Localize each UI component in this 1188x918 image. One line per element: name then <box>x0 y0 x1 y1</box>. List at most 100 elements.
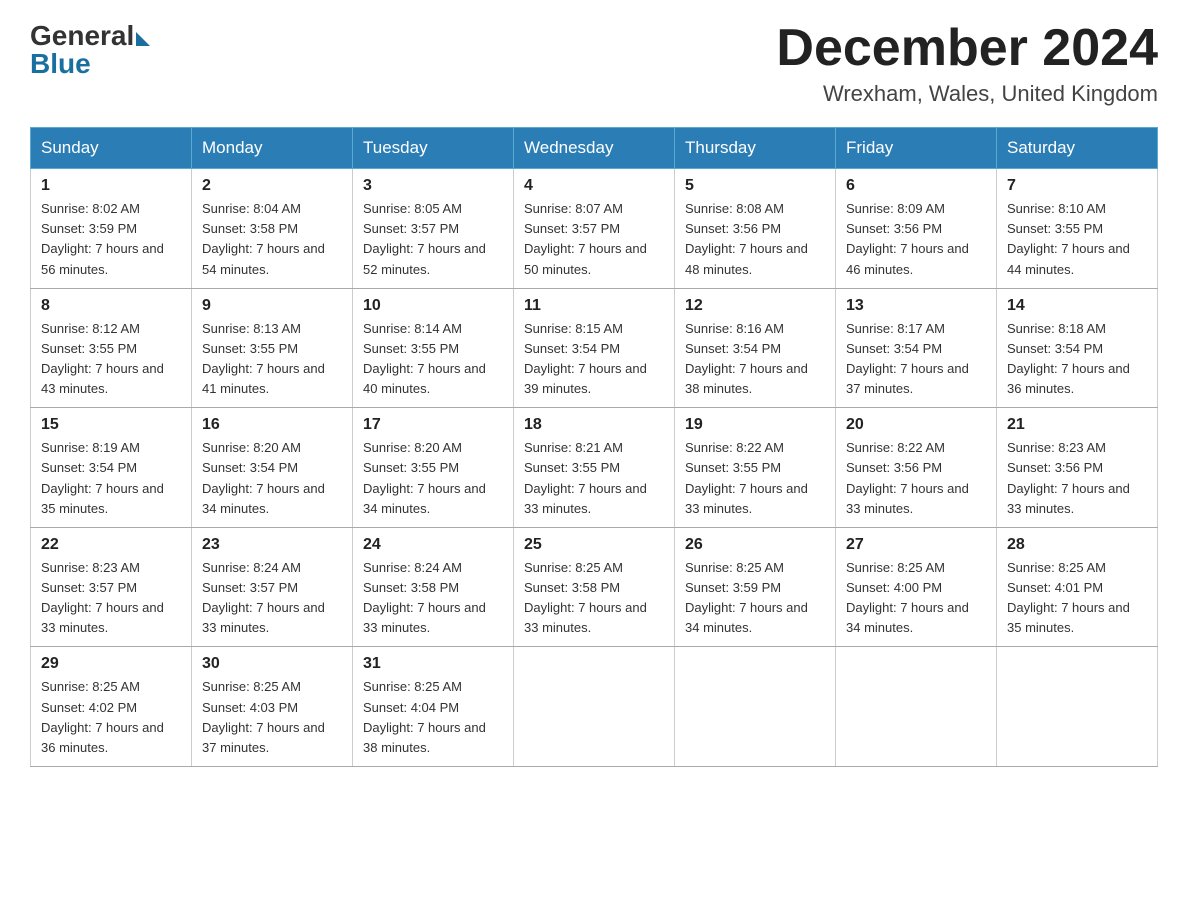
day-info: Sunrise: 8:24 AMSunset: 3:57 PMDaylight:… <box>202 558 342 639</box>
day-number: 25 <box>524 536 664 554</box>
day-number: 1 <box>41 177 181 195</box>
day-info: Sunrise: 8:25 AMSunset: 3:58 PMDaylight:… <box>524 558 664 639</box>
day-number: 27 <box>846 536 986 554</box>
day-number: 15 <box>41 416 181 434</box>
day-info: Sunrise: 8:04 AMSunset: 3:58 PMDaylight:… <box>202 199 342 280</box>
calendar-header: SundayMondayTuesdayWednesdayThursdayFrid… <box>31 128 1158 169</box>
calendar-cell: 26 Sunrise: 8:25 AMSunset: 3:59 PMDaylig… <box>675 527 836 647</box>
day-number: 12 <box>685 297 825 315</box>
day-info: Sunrise: 8:23 AMSunset: 3:57 PMDaylight:… <box>41 558 181 639</box>
logo: General Blue <box>30 20 150 80</box>
calendar-cell: 23 Sunrise: 8:24 AMSunset: 3:57 PMDaylig… <box>192 527 353 647</box>
calendar-cell: 25 Sunrise: 8:25 AMSunset: 3:58 PMDaylig… <box>514 527 675 647</box>
calendar-cell: 22 Sunrise: 8:23 AMSunset: 3:57 PMDaylig… <box>31 527 192 647</box>
day-number: 28 <box>1007 536 1147 554</box>
day-info: Sunrise: 8:25 AMSunset: 3:59 PMDaylight:… <box>685 558 825 639</box>
day-number: 10 <box>363 297 503 315</box>
day-of-week-sunday: Sunday <box>31 128 192 169</box>
day-info: Sunrise: 8:18 AMSunset: 3:54 PMDaylight:… <box>1007 319 1147 400</box>
calendar-cell: 10 Sunrise: 8:14 AMSunset: 3:55 PMDaylig… <box>353 288 514 408</box>
calendar-cell: 5 Sunrise: 8:08 AMSunset: 3:56 PMDayligh… <box>675 169 836 289</box>
day-info: Sunrise: 8:22 AMSunset: 3:55 PMDaylight:… <box>685 438 825 519</box>
calendar-week-5: 29 Sunrise: 8:25 AMSunset: 4:02 PMDaylig… <box>31 647 1158 767</box>
day-info: Sunrise: 8:14 AMSunset: 3:55 PMDaylight:… <box>363 319 503 400</box>
calendar-cell: 4 Sunrise: 8:07 AMSunset: 3:57 PMDayligh… <box>514 169 675 289</box>
day-number: 6 <box>846 177 986 195</box>
day-info: Sunrise: 8:05 AMSunset: 3:57 PMDaylight:… <box>363 199 503 280</box>
day-info: Sunrise: 8:16 AMSunset: 3:54 PMDaylight:… <box>685 319 825 400</box>
title-block: December 2024 Wrexham, Wales, United Kin… <box>776 20 1158 107</box>
day-info: Sunrise: 8:20 AMSunset: 3:54 PMDaylight:… <box>202 438 342 519</box>
day-info: Sunrise: 8:19 AMSunset: 3:54 PMDaylight:… <box>41 438 181 519</box>
calendar-cell: 30 Sunrise: 8:25 AMSunset: 4:03 PMDaylig… <box>192 647 353 767</box>
day-info: Sunrise: 8:09 AMSunset: 3:56 PMDaylight:… <box>846 199 986 280</box>
day-number: 17 <box>363 416 503 434</box>
page-header: General Blue December 2024 Wrexham, Wale… <box>30 20 1158 107</box>
day-info: Sunrise: 8:25 AMSunset: 4:04 PMDaylight:… <box>363 677 503 758</box>
day-info: Sunrise: 8:15 AMSunset: 3:54 PMDaylight:… <box>524 319 664 400</box>
calendar-cell <box>997 647 1158 767</box>
day-info: Sunrise: 8:25 AMSunset: 4:01 PMDaylight:… <box>1007 558 1147 639</box>
calendar-cell: 1 Sunrise: 8:02 AMSunset: 3:59 PMDayligh… <box>31 169 192 289</box>
day-number: 24 <box>363 536 503 554</box>
calendar-week-4: 22 Sunrise: 8:23 AMSunset: 3:57 PMDaylig… <box>31 527 1158 647</box>
day-number: 5 <box>685 177 825 195</box>
day-number: 7 <box>1007 177 1147 195</box>
calendar-week-1: 1 Sunrise: 8:02 AMSunset: 3:59 PMDayligh… <box>31 169 1158 289</box>
day-number: 4 <box>524 177 664 195</box>
day-number: 2 <box>202 177 342 195</box>
day-info: Sunrise: 8:13 AMSunset: 3:55 PMDaylight:… <box>202 319 342 400</box>
calendar-cell: 24 Sunrise: 8:24 AMSunset: 3:58 PMDaylig… <box>353 527 514 647</box>
calendar-cell: 13 Sunrise: 8:17 AMSunset: 3:54 PMDaylig… <box>836 288 997 408</box>
day-number: 21 <box>1007 416 1147 434</box>
logo-arrow-icon <box>136 32 150 46</box>
calendar-cell <box>675 647 836 767</box>
calendar-cell: 31 Sunrise: 8:25 AMSunset: 4:04 PMDaylig… <box>353 647 514 767</box>
calendar-week-2: 8 Sunrise: 8:12 AMSunset: 3:55 PMDayligh… <box>31 288 1158 408</box>
calendar-cell: 19 Sunrise: 8:22 AMSunset: 3:55 PMDaylig… <box>675 408 836 528</box>
day-number: 20 <box>846 416 986 434</box>
calendar-table: SundayMondayTuesdayWednesdayThursdayFrid… <box>30 127 1158 767</box>
day-number: 11 <box>524 297 664 315</box>
calendar-cell: 14 Sunrise: 8:18 AMSunset: 3:54 PMDaylig… <box>997 288 1158 408</box>
calendar-cell: 12 Sunrise: 8:16 AMSunset: 3:54 PMDaylig… <box>675 288 836 408</box>
day-number: 8 <box>41 297 181 315</box>
calendar-cell: 20 Sunrise: 8:22 AMSunset: 3:56 PMDaylig… <box>836 408 997 528</box>
day-of-week-friday: Friday <box>836 128 997 169</box>
logo-blue-text: Blue <box>30 48 150 80</box>
calendar-cell: 9 Sunrise: 8:13 AMSunset: 3:55 PMDayligh… <box>192 288 353 408</box>
day-header-row: SundayMondayTuesdayWednesdayThursdayFrid… <box>31 128 1158 169</box>
calendar-cell: 2 Sunrise: 8:04 AMSunset: 3:58 PMDayligh… <box>192 169 353 289</box>
day-info: Sunrise: 8:25 AMSunset: 4:03 PMDaylight:… <box>202 677 342 758</box>
day-number: 23 <box>202 536 342 554</box>
month-title: December 2024 <box>776 20 1158 77</box>
day-of-week-tuesday: Tuesday <box>353 128 514 169</box>
calendar-cell: 11 Sunrise: 8:15 AMSunset: 3:54 PMDaylig… <box>514 288 675 408</box>
day-info: Sunrise: 8:21 AMSunset: 3:55 PMDaylight:… <box>524 438 664 519</box>
day-of-week-saturday: Saturday <box>997 128 1158 169</box>
calendar-cell: 6 Sunrise: 8:09 AMSunset: 3:56 PMDayligh… <box>836 169 997 289</box>
calendar-cell: 3 Sunrise: 8:05 AMSunset: 3:57 PMDayligh… <box>353 169 514 289</box>
day-info: Sunrise: 8:20 AMSunset: 3:55 PMDaylight:… <box>363 438 503 519</box>
day-of-week-monday: Monday <box>192 128 353 169</box>
day-info: Sunrise: 8:23 AMSunset: 3:56 PMDaylight:… <box>1007 438 1147 519</box>
calendar-cell: 28 Sunrise: 8:25 AMSunset: 4:01 PMDaylig… <box>997 527 1158 647</box>
day-info: Sunrise: 8:02 AMSunset: 3:59 PMDaylight:… <box>41 199 181 280</box>
calendar-cell: 8 Sunrise: 8:12 AMSunset: 3:55 PMDayligh… <box>31 288 192 408</box>
day-of-week-wednesday: Wednesday <box>514 128 675 169</box>
day-info: Sunrise: 8:25 AMSunset: 4:02 PMDaylight:… <box>41 677 181 758</box>
location-text: Wrexham, Wales, United Kingdom <box>776 81 1158 107</box>
day-info: Sunrise: 8:08 AMSunset: 3:56 PMDaylight:… <box>685 199 825 280</box>
day-number: 9 <box>202 297 342 315</box>
day-number: 14 <box>1007 297 1147 315</box>
day-number: 29 <box>41 655 181 673</box>
calendar-cell: 17 Sunrise: 8:20 AMSunset: 3:55 PMDaylig… <box>353 408 514 528</box>
day-number: 18 <box>524 416 664 434</box>
calendar-cell: 18 Sunrise: 8:21 AMSunset: 3:55 PMDaylig… <box>514 408 675 528</box>
calendar-cell <box>836 647 997 767</box>
day-number: 31 <box>363 655 503 673</box>
calendar-body: 1 Sunrise: 8:02 AMSunset: 3:59 PMDayligh… <box>31 169 1158 767</box>
day-info: Sunrise: 8:17 AMSunset: 3:54 PMDaylight:… <box>846 319 986 400</box>
day-number: 3 <box>363 177 503 195</box>
day-info: Sunrise: 8:25 AMSunset: 4:00 PMDaylight:… <box>846 558 986 639</box>
